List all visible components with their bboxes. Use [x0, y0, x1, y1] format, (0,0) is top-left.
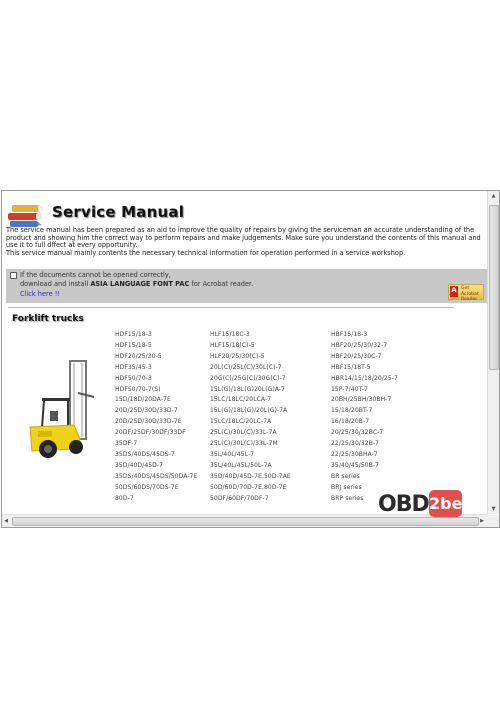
model-link[interactable]: HBF20/25/30/32-7 [331, 341, 398, 352]
model-link[interactable]: 15/18/20BT-7 [331, 406, 398, 417]
model-link[interactable]: 15LC/18LC/20LCA-7 [210, 395, 291, 406]
page-title: Service Manual [52, 203, 185, 221]
model-link[interactable]: HDF15/18-3 [115, 330, 197, 341]
obd2be-watermark: OBD 2be [378, 490, 462, 518]
font-pack-name: ASIA LANGUAGE FONT PAC [90, 280, 190, 288]
model-column: HDF15/18-3 HDF15/18-5 HDF20/25/30-5 HDF35/4… [115, 330, 197, 505]
model-link[interactable]: 35DS/40DS/45DS-7 [115, 450, 197, 461]
notice-line: download and install ASIA LANGUAGE FONT … [20, 280, 253, 288]
model-link[interactable]: 15L(G)/18L(G)20L(G)A-7 [210, 385, 291, 396]
model-link[interactable]: 20D/25D/30D/33D-7E [115, 417, 197, 428]
model-link[interactable]: HDF50/70-3 [115, 374, 197, 385]
acrobat-badge-line: Get Acrobat [461, 286, 479, 297]
books-icon [8, 205, 43, 227]
model-link[interactable]: 15D/18D/20DA-7E [115, 395, 197, 406]
model-link[interactable]: HDF15/18-5 [115, 341, 197, 352]
model-link[interactable]: 35/40/45/50B-7 [331, 461, 398, 472]
notice-text: download and install [20, 280, 91, 288]
model-link[interactable]: 22/25/30/32B-7 [331, 439, 398, 450]
model-link[interactable]: 20L(C)/25L(C)/30L(C)-7 [210, 363, 291, 374]
model-link[interactable]: 20/25/30/32BC-7 [331, 428, 398, 439]
intro-text: The service manual has been prepared as … [6, 226, 482, 258]
click-here-link[interactable]: Click here !! [20, 290, 60, 298]
model-link[interactable]: 22/25/30BHA-7 [331, 450, 398, 461]
model-link[interactable]: 50DS/60DS/70DS-7E [115, 483, 197, 494]
model-link[interactable]: HLF15/18(C)-5 [210, 341, 291, 352]
scroll-right-arrow-icon[interactable]: ▶ [478, 518, 486, 524]
notice-text: If the documents cannot be opened correc… [20, 271, 171, 279]
get-acrobat-reader-button[interactable]: A Get Acrobat Reader [448, 284, 484, 303]
notice-text: for Acrobat reader. [189, 280, 254, 288]
model-link[interactable]: 80D-7 [115, 494, 197, 505]
section-divider [8, 307, 454, 308]
model-link[interactable]: 20BH/25BH/30BH-7 [331, 395, 398, 406]
forklift-image [29, 360, 95, 458]
model-link[interactable]: 35D/40D/45D-7E,50D-7AE [210, 472, 291, 483]
model-link[interactable]: 15L(G)/18L(G)/20L(G)-7A [210, 406, 291, 417]
vertical-scrollbar[interactable]: ▲ ▼ [487, 191, 499, 514]
page-content: Service Manual The service manual has be… [2, 191, 488, 514]
horizontal-scroll-thumb[interactable] [12, 517, 479, 526]
model-link[interactable]: HLF15/18C-3 [210, 330, 291, 341]
notice-line: If the documents cannot be opened correc… [10, 271, 171, 279]
model-link[interactable]: 35L/40L/45L-7 [210, 450, 291, 461]
watermark-badge: 2be [429, 490, 462, 517]
font-notice-box: If the documents cannot be opened correc… [6, 269, 488, 303]
model-link[interactable]: HDF35/45-3 [115, 363, 197, 374]
model-link[interactable]: HBR14/15/18/20/25-7 [331, 374, 398, 385]
adobe-logo-icon: A [450, 286, 458, 297]
model-link[interactable]: HDF50/70-7(S) [115, 385, 197, 396]
model-link[interactable]: 20D/25D/30D/33D-7 [115, 406, 197, 417]
intro-paragraph: The service manual has been prepared as … [6, 226, 481, 250]
model-link[interactable]: 35DF-7 [115, 439, 197, 450]
section-title: Forklift trucks [12, 314, 84, 324]
watermark-text: OBD [378, 492, 430, 517]
scroll-up-arrow-icon[interactable]: ▲ [488, 193, 499, 199]
model-link[interactable]: 16/18/20B-7 [331, 417, 398, 428]
model-link[interactable]: HBF15/18T-5 [331, 363, 398, 374]
model-link[interactable]: 50D/60D/70D-7E,80D-7E [210, 483, 291, 494]
acrobat-badge-line: Reader [461, 297, 478, 302]
model-link[interactable]: HBF15/18-3 [331, 330, 398, 341]
model-link[interactable]: 15LC/18LC/20LC-7A [210, 417, 291, 428]
model-link[interactable]: 25L(C)/30L(C)/33L-7A [210, 428, 291, 439]
acrobat-badge-text: Get Acrobat Reader [461, 286, 483, 303]
model-link[interactable]: 35L/40L/45L/50L-7A [210, 461, 291, 472]
model-link[interactable]: 35DS/40DS/45DS/50DA-7E [115, 472, 197, 483]
model-link[interactable]: 20DF/25DF/30DF/33DF [115, 428, 197, 439]
model-link[interactable]: HDF20/25/30-5 [115, 352, 197, 363]
browser-window: Service Manual The service manual has be… [1, 190, 500, 528]
model-link[interactable]: 50DF/60DF/70DF-7 [210, 494, 291, 505]
model-column: HBF15/18-3 HBF20/25/30/32-7 HBF20/25/30C-7… [331, 330, 398, 505]
model-link[interactable]: HLF20/25/30(C)-5 [210, 352, 291, 363]
model-link[interactable]: 35D/40D/45D-7 [115, 461, 197, 472]
model-link[interactable]: 15P-7/40T-7 [331, 385, 398, 396]
scroll-left-arrow-icon[interactable]: ◀ [2, 518, 10, 524]
model-link[interactable]: 25L(C)/30L(C)/33L-7M [210, 439, 291, 450]
model-link[interactable]: BR series [331, 472, 398, 483]
intro-paragraph: This service manual mainly contents the … [6, 249, 406, 258]
vertical-scroll-thumb[interactable] [489, 205, 499, 370]
page-header: Service Manual [6, 197, 306, 229]
bullet-icon [10, 271, 17, 279]
model-link[interactable]: HBF20/25/30C-7 [331, 352, 398, 363]
scrollbar-corner [488, 515, 499, 527]
model-column: HLF15/18C-3 HLF15/18(C)-5 HLF20/25/30(C)-5… [210, 330, 291, 505]
model-link[interactable]: 20G(C)/25G(C)/30G(C)-7 [210, 374, 291, 385]
scroll-down-arrow-icon[interactable]: ▼ [488, 506, 499, 512]
